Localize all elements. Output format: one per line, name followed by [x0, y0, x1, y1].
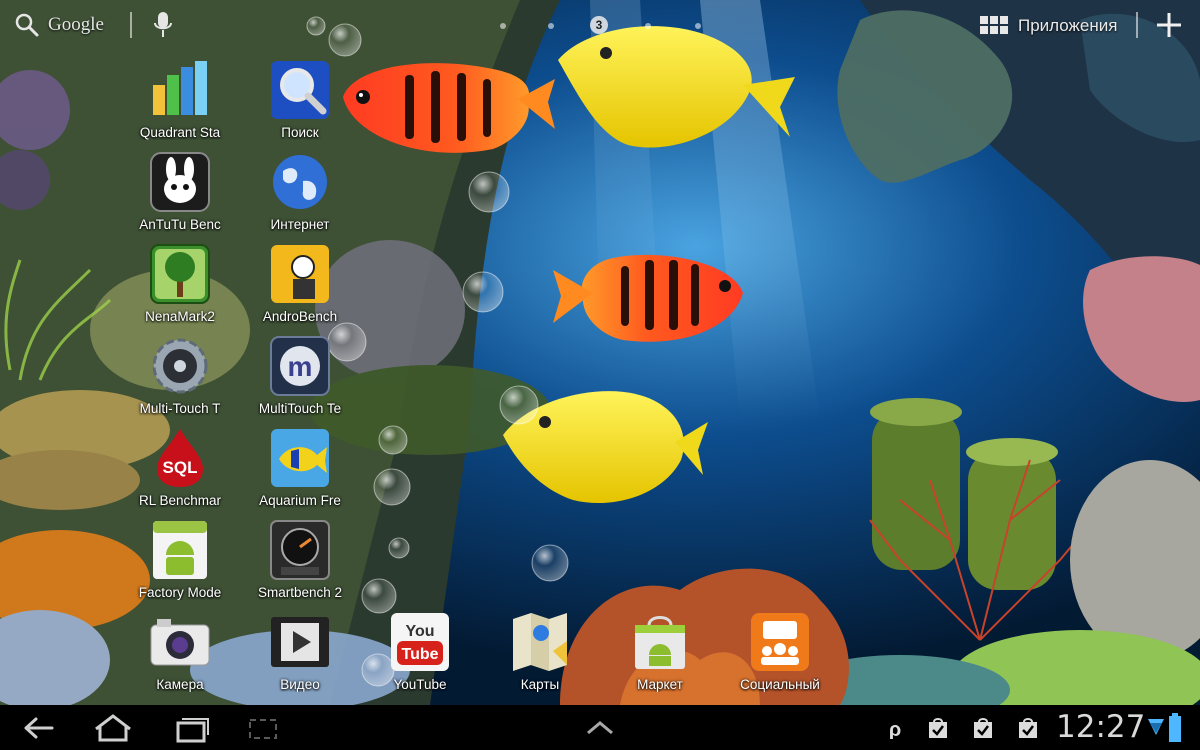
gear-icon: [152, 338, 208, 394]
market-update-icon[interactable]: [927, 717, 949, 739]
svg-text:SQL: SQL: [163, 458, 198, 477]
shortcut-label: Factory Mode: [138, 585, 222, 600]
apps-grid-icon: [980, 16, 1008, 36]
page-dot: [645, 23, 651, 29]
add-plus-icon[interactable]: [1154, 10, 1184, 40]
shortcut-search[interactable]: Поиск: [245, 59, 355, 149]
dock-youtube[interactable]: You Tube YouTube: [365, 611, 475, 701]
search-icon: [15, 13, 39, 37]
google-label: Google: [48, 14, 104, 35]
shortcut-aquarium[interactable]: Aquarium Fre: [245, 427, 355, 517]
shortcut-label: RL Benchmar: [138, 493, 222, 508]
sql-drop-icon: SQL: [157, 429, 203, 487]
all-apps-button[interactable]: Приложения: [980, 12, 1117, 40]
current-page-badge: 3: [590, 16, 608, 34]
page-dot: [695, 23, 701, 29]
shortcut-label: AndroBench: [262, 309, 338, 324]
video-film-icon: [271, 617, 329, 667]
shortcut-label: AnTuTu Benc: [139, 217, 221, 232]
home-icon[interactable]: [88, 711, 138, 745]
microphone-icon[interactable]: [152, 10, 174, 40]
shortcut-internet[interactable]: Интернет: [245, 151, 355, 241]
antutu-rabbit-icon: [150, 152, 210, 212]
dock-maps[interactable]: Карты: [485, 611, 595, 701]
page-dot: [548, 23, 554, 29]
shortcut-androbench[interactable]: AndroBench: [245, 243, 355, 333]
svg-text:ρ: ρ: [889, 719, 901, 739]
magnifier-search-icon: [271, 61, 329, 119]
shortcut-label: NenaMark2: [145, 309, 215, 324]
svg-text:You: You: [405, 623, 434, 640]
shortcut-antutu[interactable]: AnTuTu Benc: [125, 151, 235, 241]
screenshot-icon[interactable]: [238, 711, 288, 745]
shortcut-label: Aquarium Fre: [259, 493, 341, 508]
wifi-signal-icon[interactable]: [1146, 715, 1166, 743]
dock-label: Маркет: [637, 677, 683, 692]
shortcut-smartbench[interactable]: Smartbench 2: [245, 519, 355, 609]
speedometer-icon: [270, 520, 330, 580]
fish-icon: [271, 429, 329, 487]
shortcut-quadrant[interactable]: Quadrant Sta: [125, 59, 235, 149]
multitouch-m-icon: m: [270, 336, 330, 396]
divider: [1136, 12, 1138, 38]
chevron-up-icon[interactable]: [575, 711, 625, 745]
p-icon[interactable]: ρ: [884, 717, 906, 739]
market-update-icon[interactable]: [1017, 717, 1039, 739]
page-indicator: 3: [490, 16, 710, 36]
nenamark-tree-icon: [150, 244, 210, 304]
google-search-button[interactable]: Google: [14, 8, 104, 42]
page-dot: [500, 23, 506, 29]
dock-label: Видео: [280, 677, 320, 692]
shortcut-rl-benchmark[interactable]: SQL RL Benchmar: [125, 427, 235, 517]
quadrant-bar-chart-icon: [153, 61, 207, 115]
dock-camera[interactable]: Камера: [125, 611, 235, 701]
svg-text:Tube: Tube: [401, 646, 438, 663]
market-update-icon[interactable]: [972, 717, 994, 739]
dock-market[interactable]: Маркет: [605, 611, 715, 701]
shortcut-nenamark2[interactable]: NenaMark2: [125, 243, 235, 333]
dock-label: Социальный: [740, 677, 820, 692]
camera-icon: [150, 619, 210, 666]
shortcut-multitouch-tester[interactable]: Multi-Touch T: [125, 335, 235, 425]
shortcut-label: Smartbench 2: [257, 585, 343, 600]
back-icon[interactable]: [12, 711, 62, 745]
battery-icon[interactable]: [1168, 713, 1182, 743]
shortcut-label: Поиск: [281, 125, 319, 140]
shortcut-label: Интернет: [270, 217, 330, 232]
dock-video[interactable]: Видео: [245, 611, 355, 701]
clock[interactable]: 12:27: [1056, 709, 1145, 745]
divider: [130, 12, 132, 38]
shortcut-label: Multi-Touch T: [139, 401, 221, 416]
shortcut-label: Quadrant Sta: [139, 125, 221, 140]
shortcut-label: MultiTouch Te: [258, 401, 342, 416]
maps-icon: [513, 613, 567, 671]
dock-label: YouTube: [393, 677, 447, 692]
recent-apps-icon[interactable]: [166, 711, 216, 745]
dock-label: Камера: [156, 677, 204, 692]
shortcut-factory-mode[interactable]: Factory Mode: [125, 519, 235, 609]
apps-label: Приложения: [1018, 16, 1118, 35]
system-bar: ρ 12:27: [0, 705, 1200, 750]
dock-label: Карты: [520, 677, 560, 692]
dock-social[interactable]: Социальный: [725, 611, 835, 701]
market-bag-icon: [635, 616, 685, 669]
youtube-icon: You Tube: [391, 613, 449, 671]
android-robot-icon: [153, 521, 207, 579]
globe-icon: [273, 155, 327, 209]
androbench-icon: [271, 245, 329, 303]
svg-text:m: m: [288, 351, 313, 382]
social-hub-icon: [751, 613, 809, 671]
shortcut-multitouch-test[interactable]: m MultiTouch Te: [245, 335, 355, 425]
